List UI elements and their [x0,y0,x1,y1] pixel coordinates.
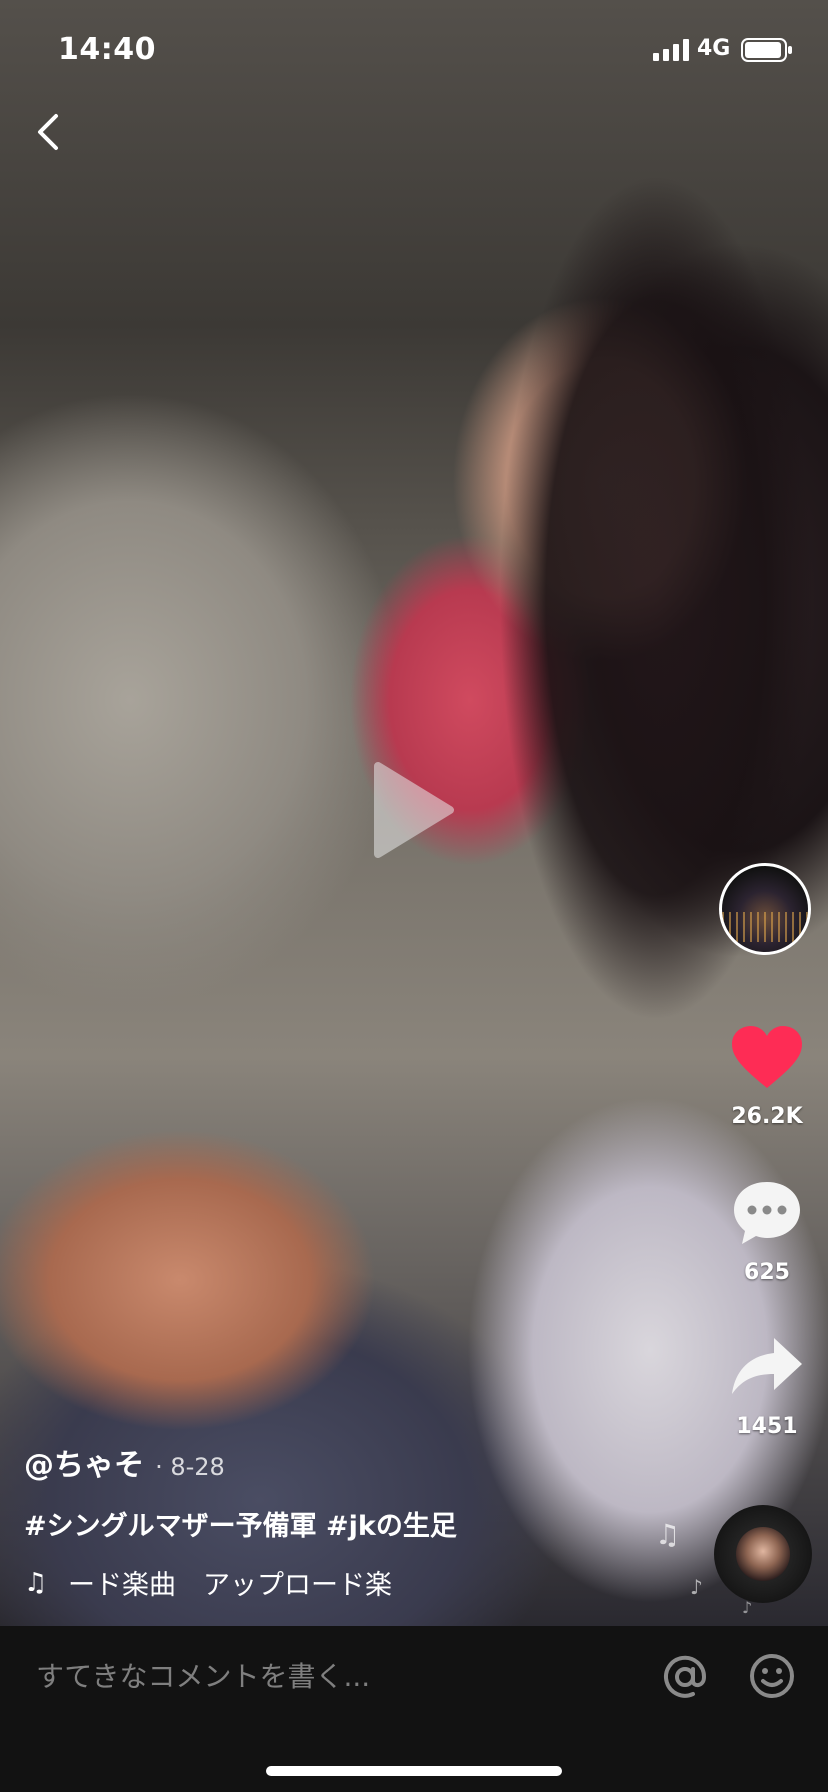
status-bar: 14:40 4G [0,0,828,100]
battery-icon [741,38,792,62]
share-icon[interactable] [730,1336,804,1396]
video-frame-subject [410,70,820,1170]
comment-input[interactable]: すてきなコメントを書く... [36,1655,370,1695]
music-disc[interactable] [714,1505,812,1603]
music-note-icon: ♫ [24,1567,48,1598]
post-date: · 8-28 [155,1453,225,1481]
username[interactable]: @ちゃそ [24,1440,144,1484]
heart-icon[interactable] [730,1024,804,1090]
comment-count: 625 [744,1260,790,1285]
creator-avatar[interactable] [719,863,811,955]
like-count: 26.2K [731,1104,803,1129]
at-icon[interactable] [660,1652,710,1702]
music-cover [736,1527,790,1581]
music-note-decoration-icon: ♪ [690,1575,703,1599]
status-time: 14:40 [58,32,156,67]
music-title[interactable]: ード楽曲 アップロード楽 [68,1563,428,1602]
signal-icon [653,39,689,61]
home-indicator[interactable] [266,1766,562,1776]
share-count: 1451 [736,1414,798,1439]
play-icon[interactable] [372,760,456,860]
music-row[interactable]: ♫ ード楽曲 アップロード楽 [24,1563,674,1602]
post-caption: @ちゃそ · 8-28 #シングルマザー予備軍 #jkの生足 ♫ ード楽曲 アッ… [24,1440,674,1602]
back-icon[interactable] [28,108,68,156]
network-type: 4G [697,36,731,61]
comment-icon[interactable] [730,1178,804,1248]
hashtags[interactable]: #シングルマザー予備軍 #jkの生足 [24,1504,674,1543]
emoji-icon[interactable] [748,1652,796,1700]
